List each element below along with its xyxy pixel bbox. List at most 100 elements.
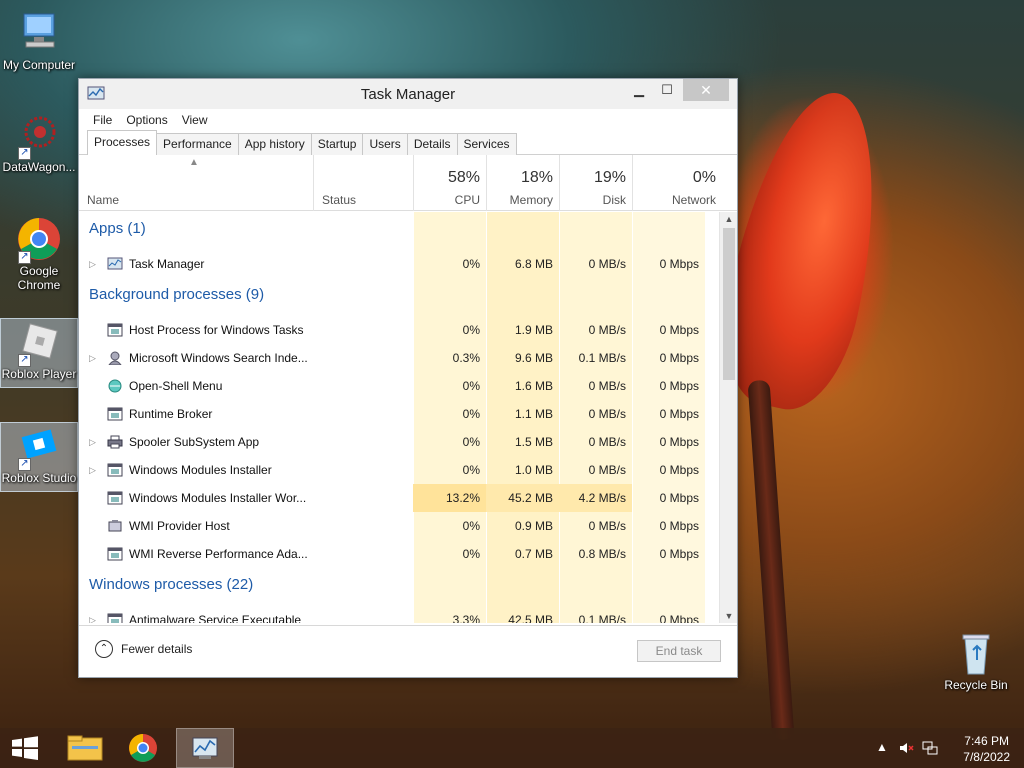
expand-icon[interactable]: ▷ bbox=[89, 344, 96, 372]
table-row[interactable]: Host Process for Windows Tasks 0% 1.9 MB… bbox=[79, 316, 719, 344]
fewer-details-button[interactable]: ⌃ Fewer details bbox=[95, 640, 192, 658]
scroll-up-icon[interactable]: ▲ bbox=[720, 214, 738, 224]
desktop-icon-roblox-player[interactable]: ↗ Roblox Player bbox=[0, 318, 78, 388]
folder-icon bbox=[67, 735, 103, 761]
search-indexer-icon bbox=[107, 351, 123, 366]
title-bar[interactable]: Task Manager ▁ ☐ ✕ bbox=[79, 79, 737, 109]
expand-icon[interactable]: ▷ bbox=[89, 456, 96, 484]
volume-muted-icon[interactable] bbox=[898, 740, 914, 759]
open-shell-icon bbox=[107, 379, 123, 393]
process-list: Apps (1) ▷ Task Manager 0% 6.8 MB 0 MB/s… bbox=[79, 212, 719, 623]
process-window-icon bbox=[107, 491, 123, 505]
roblox-player-icon: ↗ bbox=[16, 319, 62, 367]
column-memory[interactable]: 18% Memory bbox=[486, 155, 559, 211]
tab-performance[interactable]: Performance bbox=[157, 133, 239, 155]
shortcut-arrow-icon: ↗ bbox=[18, 458, 31, 471]
taskbar-task-manager[interactable] bbox=[176, 728, 234, 768]
menu-options[interactable]: Options bbox=[126, 113, 167, 127]
table-row[interactable]: Windows Modules Installer Wor... 13.2% 4… bbox=[79, 484, 719, 512]
maximize-button[interactable]: ☐ bbox=[653, 79, 681, 101]
table-row[interactable]: WMI Reverse Performance Ada... 0% 0.7 MB… bbox=[79, 540, 719, 568]
process-window-icon bbox=[107, 463, 123, 477]
process-window-icon bbox=[107, 407, 123, 421]
sort-up-icon: ▲ bbox=[189, 157, 199, 168]
table-row[interactable]: Runtime Broker 0% 1.1 MB 0 MB/s 0 Mbps bbox=[79, 400, 719, 428]
column-status[interactable]: Status bbox=[313, 155, 413, 211]
computer-icon bbox=[16, 10, 62, 56]
tab-strip: Processes Performance App history Startu… bbox=[79, 130, 737, 155]
desktop-icon-recycle-bin[interactable]: Recycle Bin bbox=[936, 630, 1016, 692]
system-clock[interactable]: 7:46 PM 7/8/2022 bbox=[963, 733, 1010, 765]
scrollbar-thumb[interactable] bbox=[723, 228, 735, 380]
wallpaper-stem bbox=[747, 379, 795, 741]
tab-services[interactable]: Services bbox=[457, 133, 517, 155]
footer-bar: ⌃ Fewer details End task bbox=[79, 625, 737, 677]
desktop-icon-label: Google Chrome bbox=[17, 264, 61, 292]
chrome-icon bbox=[129, 734, 157, 762]
windows-logo-icon bbox=[12, 736, 38, 760]
task-manager-window: Task Manager ▁ ☐ ✕ File Options View Pro… bbox=[78, 78, 738, 678]
expand-icon[interactable]: ▷ bbox=[89, 250, 96, 278]
tab-processes[interactable]: Processes bbox=[87, 130, 158, 155]
column-disk[interactable]: 19% Disk bbox=[559, 155, 632, 211]
wmi-icon bbox=[107, 519, 123, 533]
table-row[interactable]: ▷ Spooler SubSystem App 0% 1.5 MB 0 MB/s… bbox=[79, 428, 719, 456]
column-network[interactable]: 0% Network bbox=[632, 155, 722, 211]
tab-users[interactable]: Users bbox=[363, 133, 408, 155]
menu-view[interactable]: View bbox=[182, 113, 208, 127]
desktop-icon-datawagon[interactable]: ↗ DataWagon... bbox=[0, 112, 78, 174]
scroll-down-icon[interactable]: ▼ bbox=[720, 611, 738, 621]
clock-date: 7/8/2022 bbox=[963, 750, 1010, 764]
tab-app-history[interactable]: App history bbox=[238, 133, 312, 155]
desktop-icon-roblox-studio[interactable]: ↗ Roblox Studio bbox=[0, 422, 78, 492]
expand-icon[interactable]: ▷ bbox=[89, 606, 96, 623]
group-header-windows[interactable]: Windows processes (22) bbox=[79, 576, 719, 604]
close-button[interactable]: ✕ bbox=[683, 79, 729, 101]
group-header-background[interactable]: Background processes (9) bbox=[79, 286, 719, 314]
shortcut-arrow-icon: ↗ bbox=[18, 251, 31, 264]
chevron-up-icon: ⌃ bbox=[95, 640, 113, 658]
desktop-icon-label: Recycle Bin bbox=[944, 678, 1008, 692]
process-window-icon bbox=[107, 547, 123, 561]
processes-pane: ▲ Name Status 58% CPU 18% Memory 19% Dis… bbox=[79, 155, 737, 623]
taskbar-chrome[interactable] bbox=[114, 728, 172, 768]
tab-details[interactable]: Details bbox=[407, 133, 458, 155]
clock-time: 7:46 PM bbox=[964, 734, 1009, 748]
table-row[interactable]: ▷ Windows Modules Installer 0% 1.0 MB 0 … bbox=[79, 456, 719, 484]
end-task-button[interactable]: End task bbox=[637, 640, 721, 662]
menu-bar: File Options View bbox=[79, 109, 737, 131]
shortcut-arrow-icon: ↗ bbox=[18, 354, 31, 367]
tab-startup[interactable]: Startup bbox=[311, 133, 364, 155]
desktop-icon-label: DataWagon... bbox=[2, 160, 76, 174]
process-window-icon bbox=[107, 613, 123, 623]
recycle-bin-icon bbox=[953, 630, 999, 676]
network-icon[interactable] bbox=[922, 740, 938, 759]
minimize-button[interactable]: ▁ bbox=[625, 79, 653, 101]
roblox-studio-icon: ↗ bbox=[16, 423, 62, 471]
column-name[interactable]: ▲ Name bbox=[79, 155, 313, 211]
vertical-scrollbar[interactable]: ▲ ▼ bbox=[719, 212, 737, 623]
start-button[interactable] bbox=[0, 728, 58, 768]
desktop-icon-my-computer[interactable]: My Computer bbox=[0, 10, 78, 72]
expand-icon[interactable]: ▷ bbox=[89, 428, 96, 456]
chrome-icon: ↗ bbox=[16, 216, 62, 264]
desktop-icon-label: Roblox Player bbox=[1, 367, 77, 381]
task-manager-icon bbox=[192, 737, 218, 759]
show-hidden-icons[interactable]: ▲ bbox=[876, 740, 888, 754]
shortcut-arrow-icon: ↗ bbox=[18, 147, 31, 160]
column-cpu[interactable]: 58% CPU bbox=[413, 155, 486, 211]
group-header-apps[interactable]: Apps (1) bbox=[79, 220, 719, 248]
printer-icon bbox=[107, 435, 123, 449]
table-row[interactable]: WMI Provider Host 0% 0.9 MB 0 MB/s 0 Mbp… bbox=[79, 512, 719, 540]
table-row[interactable]: ▷ Microsoft Windows Search Inde... 0.3% … bbox=[79, 344, 719, 372]
menu-file[interactable]: File bbox=[93, 113, 112, 127]
table-row[interactable]: ▷ Antimalware Service Executable 3.3% 42… bbox=[79, 606, 719, 623]
column-header: ▲ Name Status 58% CPU 18% Memory 19% Dis… bbox=[79, 155, 737, 211]
taskbar-file-explorer[interactable] bbox=[56, 728, 114, 768]
process-window-icon bbox=[107, 323, 123, 337]
table-row[interactable]: Open-Shell Menu 0% 1.6 MB 0 MB/s 0 Mbps bbox=[79, 372, 719, 400]
desktop-icon-label: Roblox Studio bbox=[1, 471, 77, 485]
table-row[interactable]: ▷ Task Manager 0% 6.8 MB 0 MB/s 0 Mbps bbox=[79, 250, 719, 278]
desktop-icon-google-chrome[interactable]: ↗ Google Chrome bbox=[0, 216, 78, 292]
datawagon-icon: ↗ bbox=[16, 112, 62, 160]
